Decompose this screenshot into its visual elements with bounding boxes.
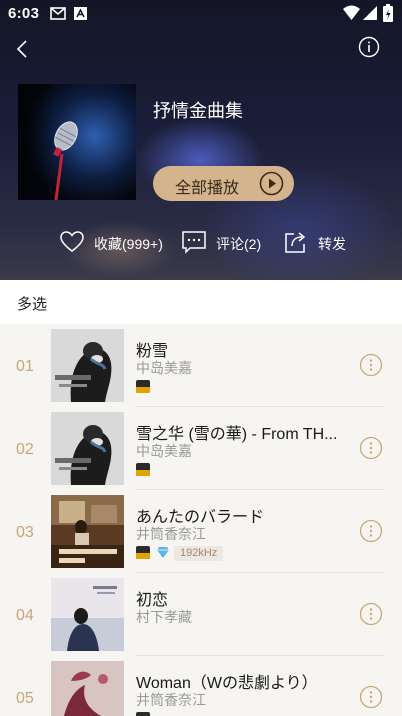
heart-icon	[60, 231, 84, 252]
song-thumbnail	[51, 661, 124, 716]
song-index: 01	[16, 358, 34, 375]
song-index: 03	[16, 524, 34, 541]
play-all-button[interactable]: 全部播放	[153, 166, 294, 201]
more-options-icon[interactable]	[359, 685, 383, 709]
multi-select-bar: 多选	[0, 280, 402, 324]
song-row[interactable]: 04 初恋 村下孝藏	[0, 573, 402, 656]
song-thumbnail	[51, 329, 124, 402]
info-icon[interactable]	[358, 36, 380, 58]
message-icon	[50, 7, 66, 20]
multi-select-button[interactable]: 多选	[17, 293, 47, 314]
more-options-icon[interactable]	[359, 602, 383, 626]
hi-res-badge-icon	[136, 712, 150, 716]
diamond-icon	[157, 547, 169, 558]
song-row[interactable]: 03 あんたのバラード 井筒香奈江 192kHz	[0, 490, 402, 573]
favorite-label: 收藏(999+)	[94, 236, 163, 252]
hi-res-badge-icon	[136, 546, 150, 559]
sample-rate-badge: 192kHz	[174, 546, 224, 561]
back-icon[interactable]	[12, 38, 34, 60]
song-list: 01 粉雪 中岛美嘉 02 雪之华 (雪の華) - From TH... 中岛美…	[0, 324, 402, 716]
hi-res-badge-icon	[136, 463, 150, 476]
song-thumbnail	[51, 578, 124, 651]
comment-icon	[182, 231, 206, 254]
more-options-icon[interactable]	[359, 353, 383, 377]
wifi-icon	[343, 5, 360, 20]
share-icon	[285, 232, 306, 253]
hi-res-badge-icon	[136, 380, 150, 393]
song-index: 05	[16, 690, 34, 707]
song-thumbnail	[51, 495, 124, 568]
song-index: 02	[16, 441, 34, 458]
song-thumbnail	[51, 412, 124, 485]
album-title: 抒情金曲集	[153, 101, 243, 121]
battery-icon	[383, 4, 393, 22]
share-button[interactable]: 转发	[283, 229, 353, 255]
play-all-label: 全部播放	[175, 180, 240, 197]
album-header: 6:03 抒情金曲集 全部播放 收藏(999+) 评论(2) 转发	[0, 0, 402, 280]
song-row[interactable]: 01 粉雪 中岛美嘉	[0, 324, 402, 407]
song-artist: 井筒香奈江	[136, 692, 206, 708]
song-index: 04	[16, 607, 34, 624]
comment-label: 评论(2)	[216, 236, 262, 252]
song-artist: 村下孝藏	[136, 609, 192, 625]
cover-shadow	[18, 84, 136, 200]
song-row[interactable]: 05 Woman（Wの悲劇より） 井筒香奈江	[0, 656, 402, 716]
song-row[interactable]: 02 雪之华 (雪の華) - From TH... 中岛美嘉	[0, 407, 402, 490]
song-artist: 井筒香奈江	[136, 526, 206, 542]
share-label: 转发	[318, 236, 346, 252]
status-bar: 6:03	[0, 0, 402, 28]
play-circle-icon	[259, 171, 284, 196]
song-artist: 中岛美嘉	[136, 443, 192, 459]
keyboard-icon	[74, 7, 87, 20]
more-options-icon[interactable]	[359, 519, 383, 543]
song-artist: 中岛美嘉	[136, 360, 192, 376]
more-options-icon[interactable]	[359, 436, 383, 460]
comment-button[interactable]: 评论(2)	[181, 229, 266, 255]
status-time: 6:03	[8, 5, 40, 22]
favorite-button[interactable]: 收藏(999+)	[59, 229, 169, 255]
signal-icon	[363, 6, 377, 20]
